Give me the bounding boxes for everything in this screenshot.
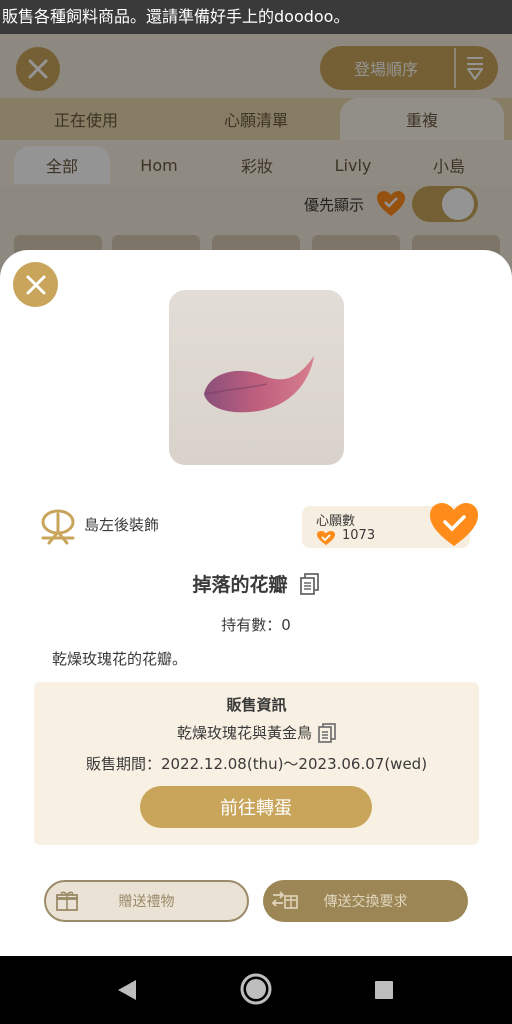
heart-icon bbox=[317, 531, 335, 545]
item-description: 乾燥玫瑰花的花瓣。 bbox=[52, 650, 188, 668]
send-gift-button[interactable]: 贈送禮物 bbox=[44, 880, 249, 922]
item-name-row: 掉落的花瓣 bbox=[0, 570, 512, 597]
item-category: 島左後裝飾 bbox=[84, 516, 160, 534]
close-icon bbox=[26, 275, 45, 294]
wishlist-heart-button[interactable] bbox=[429, 502, 479, 548]
recents-icon[interactable] bbox=[375, 981, 393, 999]
gift-icon bbox=[56, 891, 78, 911]
announcement-ticker: 販售各種飼料商品。還請準備好手上的doodoo。 bbox=[0, 0, 512, 34]
island-decoration-icon bbox=[41, 509, 75, 545]
go-to-gacha-button[interactable]: 前往轉蛋 bbox=[140, 786, 372, 828]
trade-icon bbox=[271, 891, 298, 909]
petal-icon bbox=[204, 356, 314, 413]
wishlist-title: 心願數 bbox=[316, 514, 356, 529]
system-nav-bar bbox=[0, 956, 512, 1024]
wishlist-count: 1073 bbox=[342, 528, 376, 543]
modal-close-button[interactable] bbox=[13, 262, 58, 307]
home-icon[interactable] bbox=[239, 972, 273, 1006]
sale-info-title: 販售資訊 bbox=[226, 696, 287, 714]
owned-count: 持有數：0 bbox=[221, 616, 291, 634]
gacha-name-row: 乾燥玫瑰花與黃金鳥 bbox=[34, 722, 479, 743]
item-image bbox=[169, 290, 344, 465]
document-icon[interactable] bbox=[318, 722, 336, 743]
send-trade-request-button[interactable]: 傳送交換要求 bbox=[263, 880, 468, 922]
item-name: 掉落的花瓣 bbox=[192, 574, 288, 596]
gacha-name: 乾燥玫瑰花與黃金鳥 bbox=[176, 724, 312, 742]
back-icon[interactable] bbox=[116, 978, 138, 1002]
sale-period: 販售期間：2022.12.08(thu)～2023.06.07(wed) bbox=[85, 755, 428, 773]
item-detail-modal: 島左後裝飾 心願數 1073 掉落的花瓣 持有數：0 乾燥玫瑰花的花瓣。 販售資… bbox=[0, 250, 512, 956]
sale-info-panel: 販售資訊 乾燥玫瑰花與黃金鳥 販售期間：2022.12.08(thu)～2023… bbox=[34, 682, 479, 845]
document-icon[interactable] bbox=[299, 572, 320, 595]
